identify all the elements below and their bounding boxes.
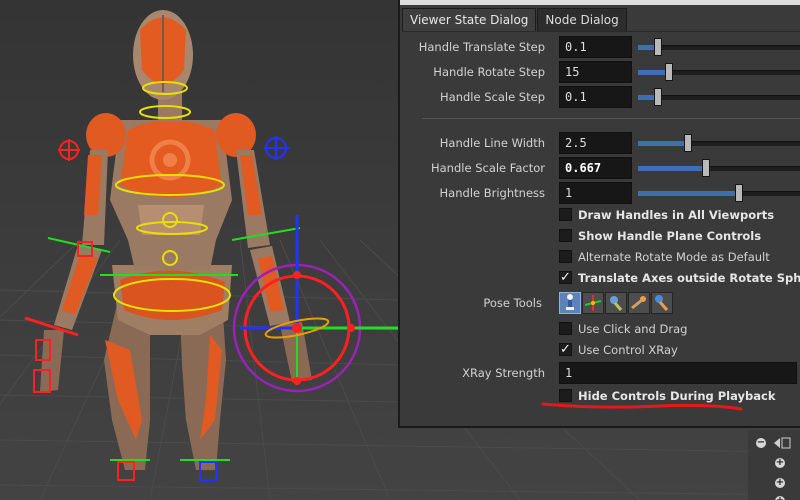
annotation-overlay (541, 402, 743, 411)
expand-icon[interactable]: + (775, 496, 785, 500)
red-underline-annotation (541, 402, 743, 411)
collapse-icon[interactable]: − (756, 438, 766, 448)
tree-panel-fragment: − + + + (748, 430, 800, 500)
expand-icon[interactable]: + (775, 478, 785, 488)
expand-icon[interactable]: + (775, 458, 785, 468)
tree-arrow-icon (774, 437, 791, 449)
